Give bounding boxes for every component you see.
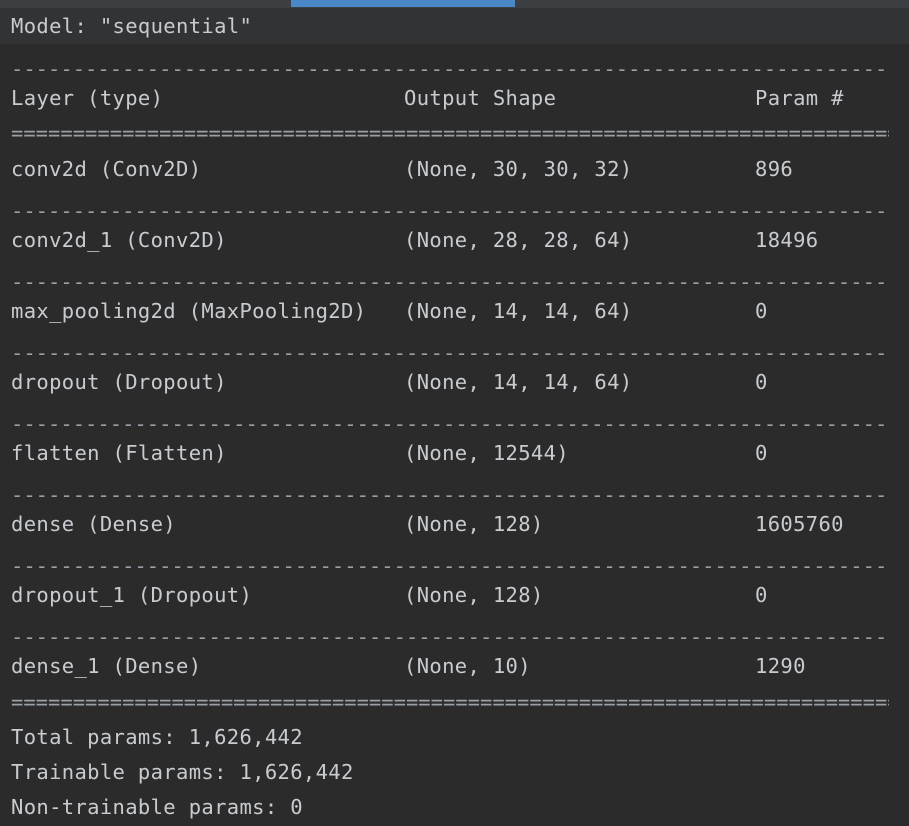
row-shape: (None, 128) — [404, 512, 544, 536]
rule-dash-top: ----------------------------------------… — [11, 59, 889, 79]
rule-dash: ----------------------------------------… — [11, 272, 889, 292]
header-output-shape: Output Shape — [404, 86, 557, 110]
row-shape: (None, 30, 30, 32) — [404, 157, 633, 181]
row-layer: dense (Dense) — [11, 512, 176, 536]
row-param: 896 — [755, 157, 794, 181]
row-param: 18496 — [755, 228, 819, 252]
non-trainable-params: Non-trainable params: 0 — [11, 795, 303, 819]
row-shape: (None, 14, 14, 64) — [404, 370, 633, 394]
rule-dash: ----------------------------------------… — [11, 485, 889, 505]
row-shape: (None, 28, 28, 64) — [404, 228, 633, 252]
model-name: Model: "sequential" — [11, 14, 253, 38]
trainable-params: Trainable params: 1,626,442 — [11, 760, 354, 784]
top-tab-bar — [0, 0, 909, 8]
header-layer: Layer (type) — [11, 86, 164, 110]
row-layer: max_pooling2d (MaxPooling2D) — [11, 299, 367, 323]
rule-dash: ----------------------------------------… — [11, 414, 889, 434]
row-layer: conv2d_1 (Conv2D) — [11, 228, 227, 252]
rule-dash: ----------------------------------------… — [11, 627, 889, 647]
header-param: Param # — [755, 86, 844, 110]
rule-equal-footer: ========================================… — [11, 692, 889, 712]
total-params: Total params: 1,626,442 — [11, 725, 303, 749]
rule-dash: ----------------------------------------… — [11, 556, 889, 576]
rule-dash: ----------------------------------------… — [11, 343, 889, 363]
row-param: 0 — [755, 441, 768, 465]
row-param: 1290 — [755, 654, 806, 678]
active-tab-indicator — [291, 0, 515, 7]
row-layer: dense_1 (Dense) — [11, 654, 202, 678]
row-shape: (None, 14, 14, 64) — [404, 299, 633, 323]
console-output: Model: "sequential" --------------------… — [0, 8, 909, 826]
row-param: 0 — [755, 583, 768, 607]
row-layer: dropout_1 (Dropout) — [11, 583, 253, 607]
row-shape: (None, 10) — [404, 654, 531, 678]
row-shape: (None, 12544) — [404, 441, 569, 465]
row-layer: dropout (Dropout) — [11, 370, 227, 394]
rule-equal-header: ========================================… — [11, 123, 889, 143]
rule-dash: ----------------------------------------… — [11, 201, 889, 221]
row-param: 1605760 — [755, 512, 844, 536]
row-shape: (None, 128) — [404, 583, 544, 607]
row-param: 0 — [755, 299, 768, 323]
row-layer: flatten (Flatten) — [11, 441, 227, 465]
row-layer: conv2d (Conv2D) — [11, 157, 202, 181]
row-param: 0 — [755, 370, 768, 394]
